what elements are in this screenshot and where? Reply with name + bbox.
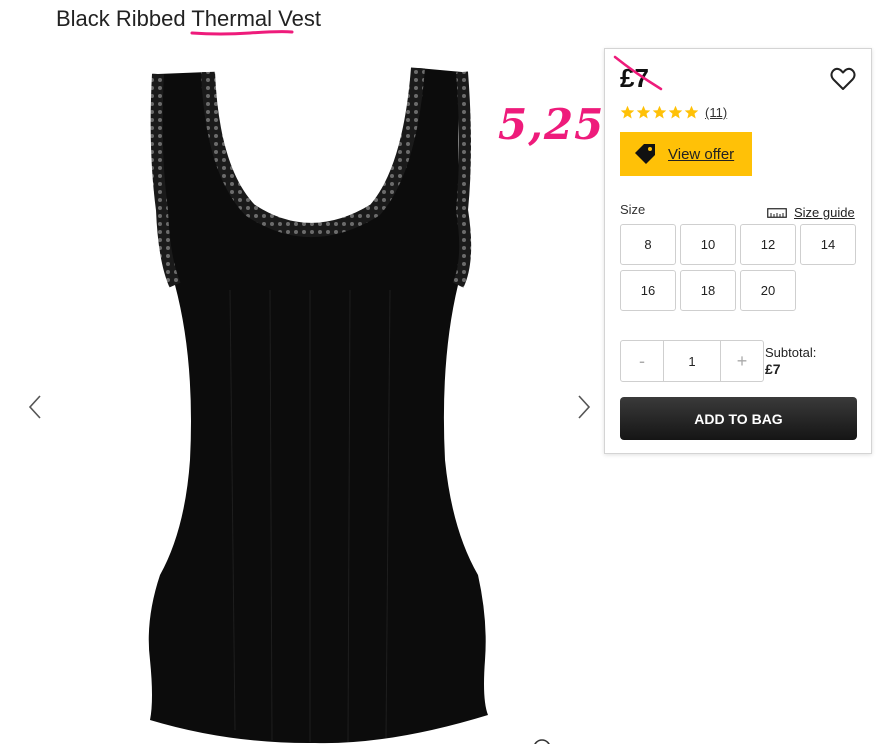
star-icon [636, 105, 651, 119]
size-option-16[interactable]: 16 [620, 270, 676, 311]
ruler-icon [767, 207, 787, 218]
view-offer-button[interactable]: View offer [620, 132, 752, 176]
zoom-icon[interactable] [530, 736, 554, 744]
size-option-8[interactable]: 8 [620, 224, 676, 265]
product-gallery [0, 50, 600, 744]
add-to-bag-button[interactable]: ADD TO BAG [620, 397, 857, 440]
size-option-12[interactable]: 12 [740, 224, 796, 265]
size-options: 8 10 12 14 16 18 20 [620, 224, 858, 311]
size-guide-label: Size guide [794, 205, 855, 220]
quantity-decrease-button[interactable]: - [621, 341, 663, 381]
review-count-link[interactable]: (11) [705, 105, 727, 120]
purchase-panel: £7 (11) View offer Size Size guide 8 10 … [604, 48, 872, 454]
quantity-stepper: - 1 + [620, 340, 764, 382]
chevron-right-icon[interactable] [573, 392, 595, 422]
star-rating [620, 105, 699, 120]
star-icon [652, 105, 667, 119]
heart-icon[interactable] [829, 65, 857, 93]
subtotal-amount: £7 [765, 361, 781, 377]
star-icon [684, 105, 699, 119]
size-guide-link[interactable]: Size guide [767, 205, 855, 220]
size-label: Size [620, 202, 646, 217]
quantity-value[interactable]: 1 [663, 341, 721, 381]
handwritten-underline [190, 30, 294, 36]
view-offer-label: View offer [668, 145, 735, 163]
rating: (11) [620, 105, 727, 120]
size-option-10[interactable]: 10 [680, 224, 736, 265]
handwritten-discount-price: 5,25 [498, 100, 605, 149]
product-image [148, 67, 488, 744]
price-tag-icon [635, 144, 655, 164]
size-option-14[interactable]: 14 [800, 224, 856, 265]
size-option-20[interactable]: 20 [740, 270, 796, 311]
star-icon [620, 105, 635, 119]
star-icon [668, 105, 683, 119]
handwritten-strikethrough [613, 55, 663, 91]
chevron-left-icon[interactable] [24, 392, 46, 422]
subtotal-label: Subtotal: [765, 345, 817, 360]
subtotal: Subtotal: £7 [765, 344, 816, 378]
size-option-18[interactable]: 18 [680, 270, 736, 311]
quantity-increase-button[interactable]: + [721, 341, 763, 381]
